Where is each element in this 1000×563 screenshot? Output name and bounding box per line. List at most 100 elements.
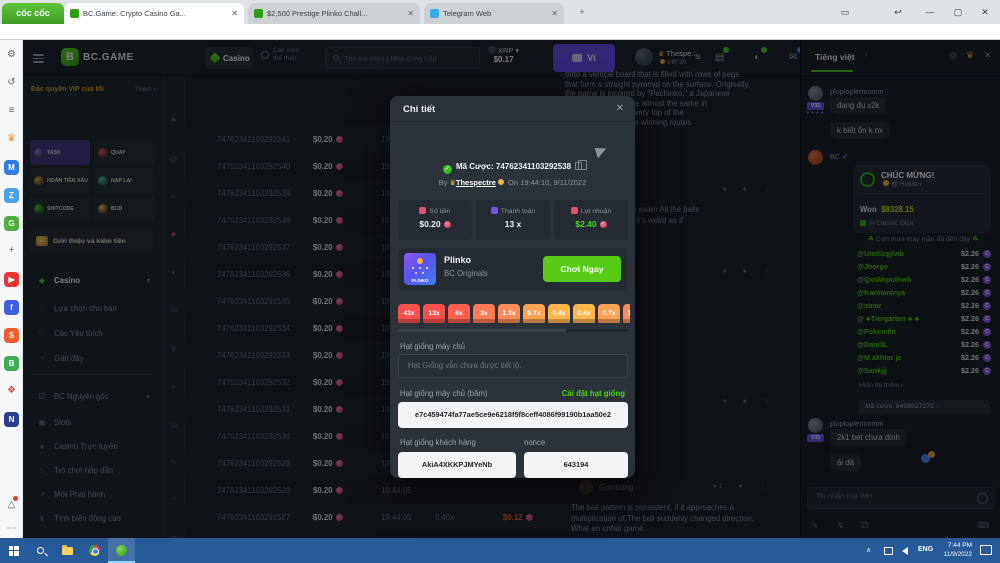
app-icon[interactable]: N: [4, 412, 19, 427]
client-seed-label: Hạt giống khách hàng: [400, 438, 476, 447]
multiplier-chip[interactable]: 6x: [448, 304, 470, 323]
player-link[interactable]: Thespectre: [456, 178, 496, 187]
modal-title: Chi tiết: [403, 104, 435, 115]
multiplier-chip[interactable]: 13x: [423, 304, 445, 323]
server-seed-hash-label: Hạt giống máy chủ (băm): [400, 389, 488, 398]
stat-icon: [491, 207, 498, 214]
game-name[interactable]: Plinko: [444, 255, 471, 265]
multiplier-chip[interactable]: 1.3x: [623, 304, 630, 323]
volume-icon[interactable]: [902, 547, 908, 555]
coccoc-taskbar-icon[interactable]: [108, 538, 135, 563]
tab-favicon: [70, 9, 79, 18]
multiplier-chip[interactable]: 1.3x: [498, 304, 520, 323]
play-now-button[interactable]: Chơi Ngay: [543, 256, 621, 282]
plinko-thumbnail[interactable]: PLINKO: [404, 253, 436, 285]
multiplier-chip[interactable]: 3x: [473, 304, 495, 323]
games-icon[interactable]: G: [4, 216, 19, 231]
multiplier-chip[interactable]: 0.4x: [573, 304, 595, 323]
action-center-icon[interactable]: [980, 545, 992, 555]
game-app-icon[interactable]: ❖: [0, 384, 23, 398]
minimize-button[interactable]: —: [918, 0, 942, 24]
add-icon[interactable]: +: [0, 244, 23, 258]
stat-box-profit: Lợi nhuận $2.40: [554, 200, 628, 240]
tray-expand-icon[interactable]: ∧: [866, 546, 871, 554]
browser-tab[interactable]: BC.Game: Crypto Casino Ga... ✕: [64, 3, 244, 24]
tab-favicon: [254, 9, 263, 18]
plinko-ball: [417, 258, 423, 264]
game-card: PLINKO Plinko BC Originals Chơi Ngay: [398, 248, 627, 290]
verified-shield-icon: ✓: [443, 165, 452, 174]
tab-title: $2,500 Prestige Plinko Chall...: [267, 9, 403, 18]
medal-icon: [498, 179, 504, 185]
history-icon[interactable]: ↺: [0, 76, 23, 90]
vip-crown-icon[interactable]: ♛: [0, 132, 23, 146]
restore-session-icon[interactable]: ↩: [886, 0, 910, 24]
more-icon[interactable]: ⋯: [0, 522, 23, 536]
set-seed-link[interactable]: Cài đặt hạt giống: [562, 389, 625, 398]
share-icon[interactable]: [595, 145, 609, 159]
multiplier-chip[interactable]: 0.7x: [598, 304, 620, 323]
stat-value: 13 x: [476, 219, 550, 229]
server-seed-hash-field[interactable]: e7c459474fa77ae5ce9e6218f5f8ceff4086f991…: [398, 402, 628, 428]
zalo-icon[interactable]: Z: [4, 188, 19, 203]
bet-byline: By ♛Thespectre On 19:44:10, 9/11/2022: [390, 178, 635, 187]
stat-label: Lợi nhuận: [554, 207, 628, 215]
coin-icon: [444, 221, 451, 228]
file-explorer-icon[interactable]: [54, 538, 81, 563]
multiplier-chip[interactable]: 0.4x: [548, 304, 570, 323]
stat-value: $0.20: [398, 219, 472, 229]
stat-icon: [571, 207, 578, 214]
start-button[interactable]: [0, 538, 27, 563]
browser-tab[interactable]: $2,500 Prestige Plinko Chall... ✕: [248, 3, 420, 24]
shopee-icon[interactable]: S: [4, 328, 19, 343]
tab-close-icon[interactable]: ✕: [407, 9, 414, 18]
tab-title: BC.Game: Crypto Casino Ga...: [83, 9, 227, 18]
stat-label: Thanh toán: [476, 207, 550, 215]
plinko-pegs: [410, 266, 430, 276]
stat-value: $2.40: [554, 219, 628, 229]
stat-box-payout: Thanh toán 13 x: [476, 200, 550, 240]
tab-favicon: [430, 9, 439, 18]
stat-icon: [419, 207, 426, 214]
browser-toolbar: [0, 24, 1000, 40]
settings-icon[interactable]: ⚙: [0, 48, 23, 62]
coin-icon: [600, 221, 607, 228]
notifications-bell-icon[interactable]: △: [0, 498, 23, 512]
browser-tab[interactable]: Telegram Web ✕: [424, 3, 564, 24]
copy-icon[interactable]: [575, 162, 582, 170]
reading-list-icon[interactable]: ≡: [0, 104, 23, 118]
youtube-icon[interactable]: ▶: [4, 272, 19, 287]
tab-title: Telegram Web: [443, 9, 547, 18]
facebook-icon[interactable]: f: [4, 300, 19, 315]
taskbar-search[interactable]: [27, 538, 54, 563]
multiplier-chip[interactable]: 0.7x: [523, 304, 545, 323]
multiplier-scrollbar-thumb[interactable]: [398, 329, 566, 332]
maximize-button[interactable]: ▢: [946, 0, 970, 24]
multiplier-chip[interactable]: 43x: [398, 304, 420, 323]
coccoc-sidebar: ⚙ ↺ ≡ ♛ MZG + ▶ fSB ❖ N △ ⋯: [0, 40, 23, 538]
server-seed-field[interactable]: Hạt Giống vẫn chưa được tiết lộ.: [398, 354, 628, 378]
new-tab-button[interactable]: +: [570, 0, 594, 24]
store-icon[interactable]: B: [4, 356, 19, 371]
stat-box-amount: Số tiền $0.20: [398, 200, 472, 240]
tab-close-icon[interactable]: ✕: [551, 9, 558, 18]
nonce-label: nonce: [524, 438, 545, 447]
coccoc-menu-button[interactable]: cốc cốc: [2, 3, 64, 24]
taskbar-clock[interactable]: 7:44 PM11/9/2022: [944, 542, 972, 559]
browser-tabstrip: cốc cốc BC.Game: Crypto Casino Ga...✕$2,…: [0, 0, 1000, 24]
nonce-field[interactable]: 643194: [524, 452, 628, 478]
network-icon[interactable]: [884, 547, 893, 555]
chrome-icon[interactable]: [81, 538, 108, 563]
game-studio: BC Originals: [444, 269, 488, 278]
notification-red-dot: [13, 496, 18, 501]
stat-label: Số tiền: [398, 207, 472, 215]
messenger-icon[interactable]: M: [4, 160, 19, 175]
modal-close-icon[interactable]: ✕: [616, 103, 624, 114]
language-indicator[interactable]: ENG: [918, 546, 933, 553]
tab-close-icon[interactable]: ✕: [231, 9, 238, 18]
close-window-button[interactable]: ✕: [973, 0, 997, 24]
multiplier-row: 43x13x6x3x1.3x0.7x0.4x0.4x0.7x1.3x: [398, 302, 630, 323]
tab-preview-icon[interactable]: ▭: [833, 0, 857, 24]
client-seed-field[interactable]: AkiA4XKKPJMYeNb: [398, 452, 516, 478]
server-seed-label: Hạt giống máy chủ: [400, 342, 465, 351]
